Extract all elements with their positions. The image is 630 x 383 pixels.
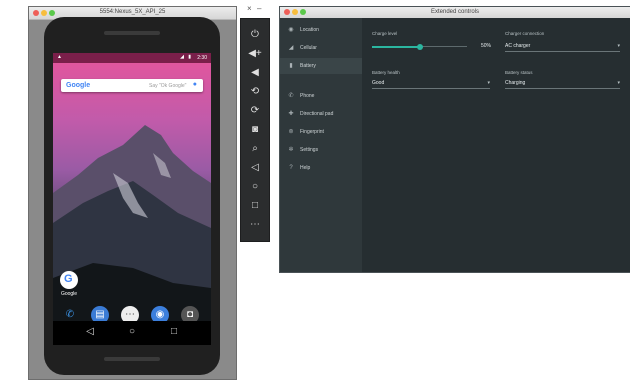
sidebar-item-cellular[interactable]: ◢ Cellular — [280, 40, 362, 56]
signal-icon: ◢ — [180, 54, 184, 60]
sidebar-item-label: Help — [300, 165, 311, 171]
charger-connection-dropdown[interactable]: AC charger ▾ — [505, 40, 620, 52]
battery-status-label: Battery status — [505, 70, 533, 75]
charger-connection-label: Charger connection — [505, 31, 545, 36]
google-app-icon[interactable]: G — [60, 271, 78, 289]
volume-up-icon[interactable]: ◀+ — [241, 46, 269, 62]
sidebar-item-settings[interactable]: ✲ Settings — [280, 142, 362, 158]
camera-icon[interactable]: ◙ — [241, 122, 269, 138]
location-icon: ◉ — [288, 27, 294, 33]
search-placeholder: Say "Ok Google" — [149, 83, 187, 89]
sidebar-item-label: Settings — [300, 147, 319, 153]
google-app-label: Google — [60, 291, 78, 297]
power-icon[interactable]: ⏻ — [241, 27, 269, 43]
sidebar-item-directional-pad[interactable]: ✚ Directional pad — [280, 106, 362, 122]
phone-screen[interactable]: ▲ 2:30 ▮ ◢ Google Say "Ok Google" ● G Go… — [53, 53, 211, 345]
battery-health-label: Battery health — [372, 70, 400, 75]
sidebar-item-label: Battery — [300, 63, 316, 69]
sidebar-item-label: Directional pad — [300, 111, 334, 117]
slider-fill — [372, 46, 420, 48]
chevron-down-icon: ▾ — [487, 80, 490, 86]
zoom-icon[interactable]: ⌕ — [241, 141, 269, 157]
sidebar-item-phone[interactable]: ✆ Phone — [280, 88, 362, 104]
sidebar-item-label: Fingerprint — [300, 129, 324, 135]
dpad-icon: ✚ — [288, 111, 294, 117]
phone-frame: ▲ 2:30 ▮ ◢ Google Say "Ok Google" ● G Go… — [44, 17, 220, 375]
notification-icon: ▲ — [57, 54, 62, 60]
slider-thumb[interactable] — [416, 44, 423, 50]
sidebar-item-label: Phone — [300, 93, 315, 99]
battery-health-value: Good — [372, 80, 385, 86]
overview-icon[interactable]: □ — [241, 198, 269, 214]
rotate-right-icon[interactable]: ⟳ — [241, 103, 269, 119]
chevron-down-icon: ▾ — [617, 43, 620, 49]
nav-home-icon[interactable]: ○ — [125, 326, 139, 337]
sidebar-item-battery[interactable]: ▮ Battery — [280, 58, 362, 74]
battery-status-value: Charging — [505, 80, 526, 86]
extended-controls-window: Extended controls ◉ Location ◢ Cellular … — [279, 6, 630, 273]
charger-connection-value: AC charger — [505, 43, 531, 49]
phone-icon: ✆ — [288, 93, 294, 99]
sidebar-item-fingerprint[interactable]: ⊚ Fingerprint — [280, 124, 362, 140]
cellular-icon: ◢ — [288, 45, 294, 51]
dropdown-underline — [505, 88, 620, 89]
more-icon[interactable]: ⋯ — [241, 217, 269, 233]
toolbar-close-icon[interactable]: × — [247, 4, 252, 13]
status-time: 2:30 — [197, 55, 207, 61]
emulator-window: 5554:Nexus_5X_API_25 ▲ 2:30 ▮ ◢ Google S… — [28, 6, 237, 380]
sidebar-item-location[interactable]: ◉ Location — [280, 22, 362, 38]
back-icon[interactable]: ◁ — [241, 160, 269, 176]
top-speaker — [104, 31, 160, 35]
charge-level-label: Charge level — [372, 31, 398, 36]
extended-controls-title: Extended controls — [430, 9, 480, 15]
nav-overview-icon[interactable]: □ — [167, 326, 181, 337]
battery-icon: ▮ — [289, 63, 293, 69]
fingerprint-icon: ⊚ — [288, 129, 294, 135]
nav-back-icon[interactable]: ◁ — [83, 326, 97, 337]
battery-icon: ▮ — [188, 54, 191, 60]
navigation-bar: ◁ ○ □ — [53, 321, 211, 345]
battery-panel: Charge level 50% Charger connection AC c… — [362, 18, 630, 272]
wallpaper: Google Say "Ok Google" ● G Google ✆ ▤ ⋯ … — [53, 63, 211, 345]
microphone-icon[interactable]: ● — [193, 81, 197, 88]
extended-controls-sidebar: ◉ Location ◢ Cellular ▮ Battery ✆ Phone … — [280, 18, 362, 272]
rotate-left-icon[interactable]: ⟲ — [241, 84, 269, 100]
toolbar-minimize-icon[interactable]: – — [257, 4, 261, 13]
sidebar-item-label: Location — [300, 27, 319, 33]
status-bar: ▲ 2:30 ▮ ◢ — [53, 53, 211, 63]
emulator-window-title: 5554:Nexus_5X_API_25 — [99, 9, 166, 15]
bottom-speaker — [104, 357, 160, 361]
toolbar-window-controls: × – — [241, 4, 269, 16]
volume-down-icon[interactable]: ◀ — [241, 65, 269, 81]
help-icon: ? — [289, 165, 293, 171]
emulator-toolbar: × – ⏻ ◀+ ◀ ⟲ ⟳ ◙ ⌕ ◁ ○ □ ⋯ — [240, 4, 270, 242]
dropdown-underline — [505, 51, 620, 52]
google-search-bar[interactable]: Google Say "Ok Google" ● — [61, 79, 203, 92]
charge-level-value: 50% — [481, 43, 492, 49]
battery-status-dropdown[interactable]: Charging ▾ — [505, 77, 620, 89]
gear-icon: ✲ — [288, 147, 294, 153]
home-icon[interactable]: ○ — [241, 179, 269, 195]
battery-health-dropdown[interactable]: Good ▾ — [372, 77, 490, 89]
dropdown-underline — [372, 88, 490, 89]
sidebar-item-label: Cellular — [300, 45, 317, 51]
sidebar-item-help[interactable]: ? Help — [280, 160, 362, 176]
chevron-down-icon: ▾ — [617, 80, 620, 86]
charge-level-slider[interactable] — [372, 43, 467, 51]
google-logo: Google — [66, 82, 91, 89]
